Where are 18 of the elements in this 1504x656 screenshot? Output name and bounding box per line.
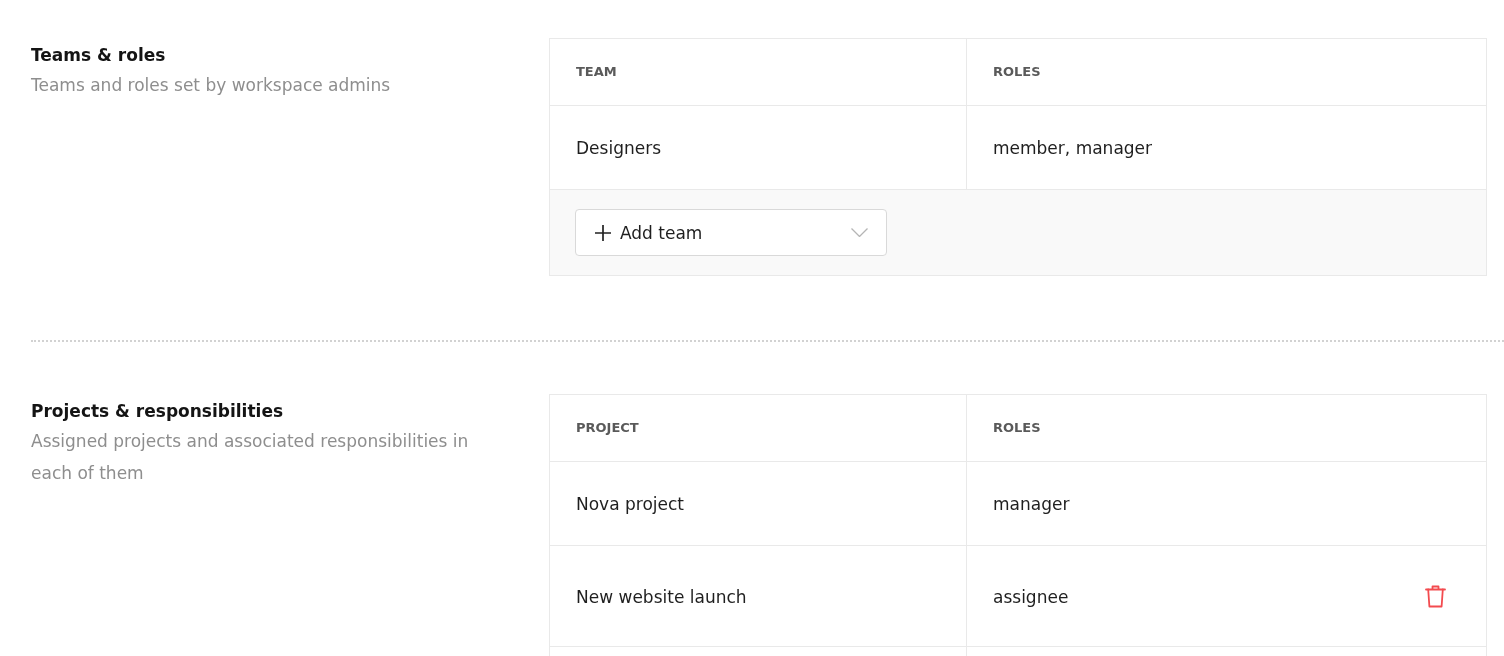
table-cell: Nova project bbox=[550, 462, 967, 545]
caret-icon bbox=[851, 228, 868, 237]
section-description: Teams and roles set by workspace admins bbox=[31, 74, 392, 97]
table-cell-text: member, manager bbox=[992, 137, 1154, 160]
column-header: ROLES bbox=[992, 63, 1042, 81]
add-team-button[interactable]: Add team bbox=[575, 209, 887, 256]
column-header: PROJECT bbox=[550, 395, 967, 461]
column-header: TEAM bbox=[550, 39, 967, 105]
section-title: Projects & responsibilities bbox=[31, 400, 285, 423]
column-header: ROLES bbox=[992, 419, 1042, 437]
table-cell: New website launch bbox=[550, 546, 967, 646]
section-description: Assigned projects and associated responsibilities in each of them bbox=[31, 430, 470, 485]
delete-button[interactable] bbox=[1425, 584, 1446, 608]
section-title: Teams & roles bbox=[31, 44, 167, 67]
plus-icon bbox=[595, 224, 611, 241]
table-cell-text: manager bbox=[992, 493, 1071, 516]
table-cell-text: assignee bbox=[992, 585, 1070, 609]
trash-icon bbox=[1425, 584, 1446, 608]
